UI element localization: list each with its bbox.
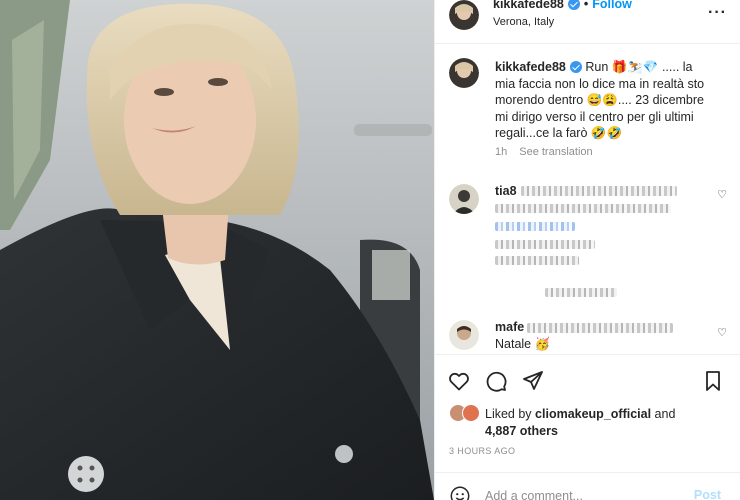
caption-author-avatar[interactable]: [449, 58, 479, 88]
separator-dot: •: [583, 0, 589, 11]
post-comment-button[interactable]: Post: [694, 488, 721, 500]
comment-text: Natale 🥳: [495, 337, 551, 351]
follow-button[interactable]: Follow: [592, 0, 632, 11]
commenter-username[interactable]: tia8: [495, 184, 517, 198]
redacted-comment-text: [527, 323, 673, 333]
likes-and: and: [654, 407, 676, 421]
caption-verified-badge-icon: [569, 61, 582, 73]
comment-item: tia8 ♡: [435, 184, 740, 314]
caption-time[interactable]: 1h: [495, 146, 507, 158]
add-comment-bar: Post: [435, 472, 740, 500]
post-details-panel: kikkafede88 • Follow Verona, Italy ··· kik…: [434, 0, 740, 500]
post-header: kikkafede88 • Follow Verona, Italy ···: [435, 0, 740, 44]
redacted-comment-text: [545, 288, 617, 297]
liker-avatar: [462, 404, 480, 422]
share-paper-plane-icon[interactable]: [521, 369, 545, 393]
comment-like-icon[interactable]: ♡: [717, 188, 727, 201]
save-bookmark-icon[interactable]: [701, 369, 725, 393]
verified-badge-icon: [567, 0, 580, 10]
post-photo[interactable]: [0, 0, 434, 500]
commenter-username[interactable]: mafe: [495, 320, 524, 334]
like-heart-icon[interactable]: [447, 369, 471, 393]
caption-text: kikkafede88 Run 🎁⛷️💎 ..... la mia faccia…: [495, 59, 715, 142]
author-avatar[interactable]: [449, 0, 479, 30]
caption-meta: 1h See translation: [495, 146, 605, 158]
comment-bubble-icon[interactable]: [484, 369, 508, 393]
commenter-avatar[interactable]: [449, 320, 479, 350]
post-timestamp[interactable]: 3 HOURS AGO: [449, 446, 515, 456]
redacted-comment-text: [495, 204, 671, 213]
redacted-comment-text: [495, 240, 595, 249]
comment-like-icon[interactable]: ♡: [717, 326, 727, 339]
caption-username[interactable]: kikkafede88: [495, 60, 566, 74]
comment-item: mafe Natale 🥳 ♡: [435, 320, 740, 354]
selfie-photo-illustration: [0, 0, 434, 500]
author-line: kikkafede88 • Follow: [493, 0, 632, 11]
liked-by-prefix: Liked by: [485, 407, 532, 421]
emoji-icon[interactable]: [449, 485, 471, 500]
see-translation-button[interactable]: See translation: [519, 146, 592, 158]
redacted-comment-text: [521, 186, 677, 196]
redacted-comment-text: [495, 222, 575, 231]
commenter-avatar[interactable]: [449, 184, 479, 214]
post-actions-bar: [435, 354, 740, 400]
likes-others-count[interactable]: 4,887 others: [485, 424, 558, 438]
likes-text: Liked by cliomakeup_official and 4,887 o…: [485, 406, 735, 440]
author-username[interactable]: kikkafede88: [493, 0, 564, 11]
redacted-comment-text: [495, 256, 579, 265]
add-comment-input[interactable]: [485, 487, 685, 500]
liker-avatars[interactable]: [449, 404, 487, 424]
instagram-post-view: kikkafede88 • Follow Verona, Italy ··· kik…: [0, 0, 740, 500]
more-horizontal-icon[interactable]: ···: [708, 4, 727, 22]
liker-username[interactable]: cliomakeup_official: [535, 407, 651, 421]
post-location[interactable]: Verona, Italy: [493, 16, 554, 28]
